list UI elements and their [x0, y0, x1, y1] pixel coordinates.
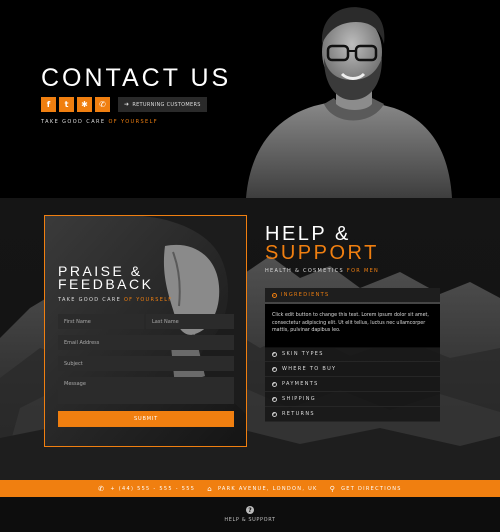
- content-section: PRAISE & FEEDBACK TAKE GOOD CARE OF YOUR…: [0, 198, 500, 480]
- message-field[interactable]: Message: [58, 377, 234, 404]
- help-tagline-plain: HEALTH & COSMETICS: [265, 268, 347, 274]
- hero-tagline-plain: TAKE GOOD CARE: [41, 119, 109, 125]
- accordion-item-skin-types[interactable]: + SKIN TYPES: [265, 347, 440, 362]
- submit-button[interactable]: SUBMIT: [58, 411, 234, 427]
- first-name-field[interactable]: First Name: [58, 314, 144, 329]
- phone-icon: ✆: [98, 484, 106, 493]
- page-title: CONTACT US: [41, 64, 232, 92]
- social-links: f t ✱ ✆ ➜ RETURNING CUSTOMERS: [41, 97, 207, 112]
- accordion-label: SHIPPING: [282, 396, 316, 402]
- footer: ? HELP & SUPPORT: [0, 497, 500, 532]
- hero-tagline-accent: OF YOURSELF: [108, 119, 159, 125]
- feedback-title-line2: FEEDBACK: [58, 276, 154, 292]
- plus-circle-icon: +: [272, 381, 277, 387]
- accordion-label: WHERE TO BUY: [282, 366, 337, 372]
- feedback-tagline-plain: TAKE GOOD CARE: [58, 297, 124, 303]
- accordion-label: SKIN TYPES: [282, 351, 324, 357]
- accordion-item-ingredients[interactable]: − INGREDIENTS: [265, 288, 440, 302]
- feedback-tagline-accent: OF YOURSELF: [123, 297, 173, 303]
- minus-circle-icon: −: [272, 292, 277, 298]
- feedback-form-card: PRAISE & FEEDBACK TAKE GOOD CARE OF YOUR…: [44, 215, 247, 447]
- home-icon: ⌂: [207, 484, 213, 493]
- sign-in-icon: ➜: [124, 101, 130, 108]
- accordion-label: PAYMENTS: [282, 381, 319, 387]
- directions-label: GET DIRECTIONS: [341, 485, 402, 492]
- plus-circle-icon: +: [272, 411, 277, 417]
- yelp-icon[interactable]: ✱: [77, 97, 92, 112]
- hero-tagline: TAKE GOOD CARE OF YOURSELF: [41, 119, 158, 125]
- help-tagline: HEALTH & COSMETICS FOR MEN: [265, 268, 379, 274]
- returning-customers-button[interactable]: ➜ RETURNING CUSTOMERS: [118, 97, 207, 112]
- plus-circle-icon: +: [272, 396, 277, 402]
- help-title-line2: SUPPORT: [265, 242, 379, 264]
- facebook-icon[interactable]: f: [41, 97, 56, 112]
- accordion-item-returns[interactable]: + RETURNS: [265, 407, 440, 422]
- subject-field[interactable]: Subject: [58, 356, 234, 371]
- twitter-icon[interactable]: t: [59, 97, 74, 112]
- last-name-field[interactable]: Last Name: [146, 314, 234, 329]
- map-pin-icon: ⚲: [329, 484, 337, 493]
- email-field[interactable]: Email Address: [58, 335, 234, 350]
- returning-customers-label: RETURNING CUSTOMERS: [132, 101, 201, 108]
- hero-section: CONTACT US f t ✱ ✆ ➜ RETURNING CUSTOMERS…: [0, 0, 500, 198]
- contact-strip: ✆ + (44) 555 - 555 - 555 ⌂ PARK AVENUE, …: [0, 480, 500, 497]
- phone-label: + (44) 555 - 555 - 555: [110, 485, 196, 492]
- help-title: HELP & SUPPORT: [265, 224, 379, 264]
- directions-link[interactable]: ⚲ GET DIRECTIONS: [330, 485, 402, 493]
- plus-circle-icon: +: [272, 366, 277, 372]
- plus-circle-icon: +: [272, 351, 277, 357]
- accordion-item-shipping[interactable]: + SHIPPING: [265, 392, 440, 407]
- accordion-item-where-to-buy[interactable]: + WHERE TO BUY: [265, 362, 440, 377]
- whatsapp-icon[interactable]: ✆: [95, 97, 110, 112]
- accordion-label: RETURNS: [282, 411, 315, 417]
- question-icon[interactable]: ?: [246, 506, 254, 514]
- address-label: PARK AVENUE, LONDON, UK: [217, 485, 318, 492]
- accordion-label: INGREDIENTS: [281, 292, 330, 298]
- feedback-title: PRAISE & FEEDBACK: [58, 264, 178, 292]
- accordion-list: + SKIN TYPES + WHERE TO BUY + PAYMENTS +…: [265, 347, 440, 422]
- accordion-item-payments[interactable]: + PAYMENTS: [265, 377, 440, 392]
- accordion-panel-ingredients: Click edit button to change this text. L…: [265, 304, 440, 348]
- feedback-tagline: TAKE GOOD CARE OF YOURSELF: [58, 297, 172, 303]
- address-info: ⌂ PARK AVENUE, LONDON, UK: [207, 485, 317, 493]
- man-portrait-image: [246, 7, 452, 198]
- footer-label: HELP & SUPPORT: [224, 517, 276, 523]
- help-tagline-accent: FOR MEN: [346, 268, 380, 274]
- phone-link[interactable]: ✆ + (44) 555 - 555 - 555: [98, 485, 195, 493]
